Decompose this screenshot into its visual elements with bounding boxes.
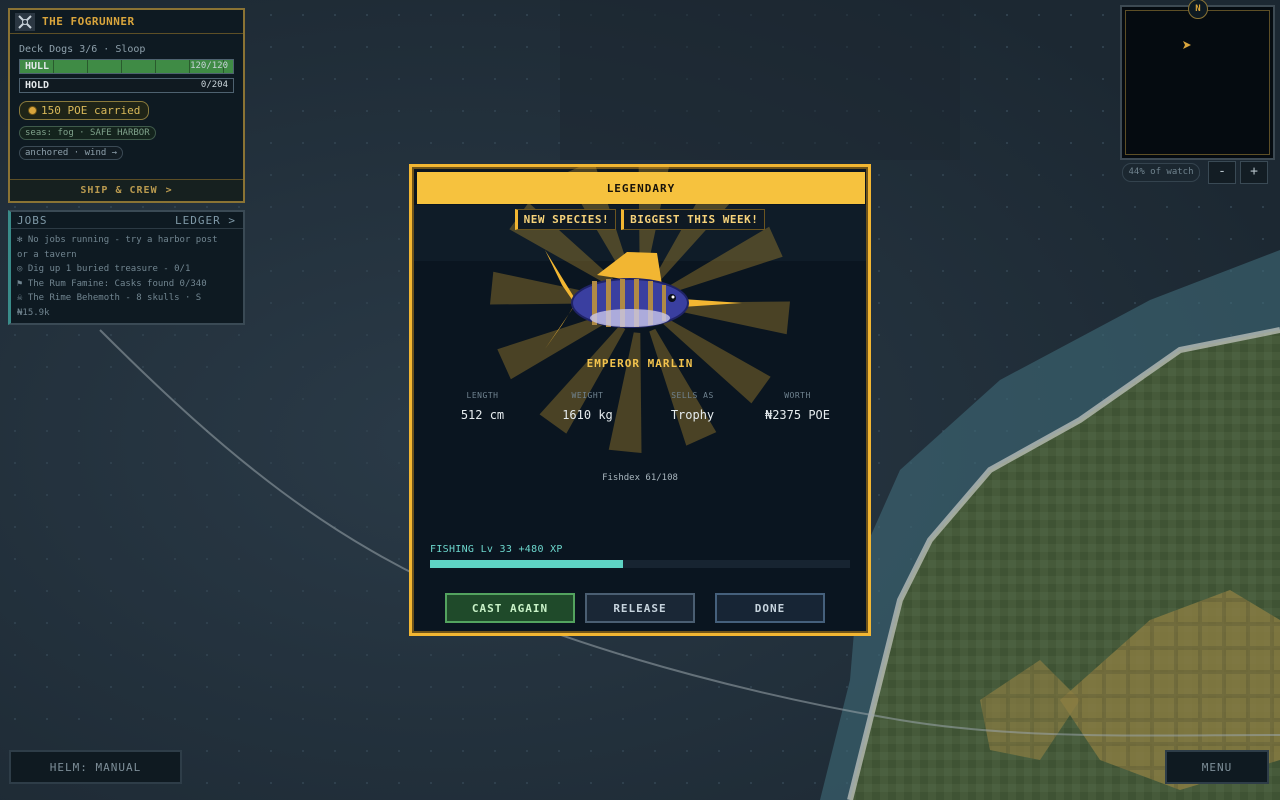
hull-label: HULL — [25, 61, 50, 72]
zoom-label: 44% of watch — [1122, 163, 1200, 182]
hold-bar: HOLD 0/204 — [19, 78, 234, 93]
ledger-link[interactable]: LEDGER > — [175, 214, 236, 227]
ship-marker-icon — [1183, 41, 1191, 49]
stat-value: 512 cm — [460, 408, 505, 422]
hull-value: 120/120 — [190, 61, 228, 71]
stat-value: 1610 kg — [562, 408, 613, 422]
release-button[interactable]: RELEASE — [585, 593, 695, 623]
job-line: ✻ No jobs running - try a harbor post — [17, 235, 218, 245]
species-name: EMPEROR MARLIN — [586, 357, 694, 370]
stat-value: Trophy — [670, 408, 715, 422]
minimap[interactable]: N — [1120, 0, 1275, 160]
stat-length: LENGTH 512 cm — [430, 391, 535, 422]
stat-label: LENGTH — [466, 391, 499, 400]
hold-label: HOLD — [25, 80, 50, 91]
hold-value: 0/204 — [200, 80, 228, 90]
jobs-title: JOBS — [17, 213, 48, 227]
cast-again-button[interactable]: CAST AGAIN — [445, 593, 575, 623]
jobs-list: ✻ No jobs running - try a harbor post or… — [11, 229, 243, 324]
catch-dialog: LEGENDARY NEW SPECIES! BIGGEST THIS WEEK… — [409, 164, 871, 636]
seas-status: seas: fog · SAFE HARBOR — [19, 126, 156, 140]
poe-badge: 150 POE carried — [19, 101, 150, 120]
stat-label: WEIGHT — [571, 391, 604, 400]
ship-header: THE FOGRUNNER — [10, 10, 243, 34]
stat-label: WORTH — [784, 391, 811, 400]
wind-status: anchored · wind → — [19, 146, 124, 160]
chevron-right-icon: > — [228, 213, 236, 227]
biggest-week-badge: BIGGEST THIS WEEK! — [621, 209, 766, 230]
stat-weight: WEIGHT 1610 kg — [535, 391, 640, 422]
zoom-out-button[interactable]: - — [1208, 161, 1236, 184]
xp-fill — [430, 560, 624, 568]
job-line[interactable]: ☠ The Rime Behemoth - 8 skulls · S — [17, 291, 237, 306]
ship-panel: THE FOGRUNNER Deck Dogs 3/6 · Sloop HULL… — [8, 8, 245, 203]
poe-text: 150 POE carried — [41, 104, 141, 117]
ship-name: THE FOGRUNNER — [42, 15, 135, 28]
xp-label: FISHING Lv 33 +480 XP — [430, 544, 563, 555]
job-line: ₦15.9k — [17, 307, 50, 318]
compass-icon: N — [1188, 0, 1208, 19]
stat-worth: WORTH ₦2375 POE — [745, 391, 850, 422]
job-line[interactable]: ◎ Dig up 1 buried treasure - 0/1 — [17, 262, 237, 277]
jobs-panel: JOBS LEDGER > ✻ No jobs running - try a … — [8, 210, 245, 325]
ship-crew-label: SHIP & CREW — [80, 185, 158, 196]
job-line: or a tavern — [17, 249, 77, 260]
stat-label: SELLS AS — [671, 391, 714, 400]
hull-bar: HULL 120/120 — [19, 59, 234, 74]
crossed-oars-icon — [15, 12, 35, 31]
badge-row: NEW SPECIES! BIGGEST THIS WEEK! — [412, 209, 868, 230]
stat-value: ₦2375 POE — [764, 408, 831, 422]
new-species-badge: NEW SPECIES! — [514, 209, 617, 230]
fishdex-count: Fishdex 61/108 — [602, 473, 678, 483]
catch-stats: LENGTH 512 cm WEIGHT 1610 kg SELLS AS Tr… — [430, 391, 850, 422]
helm-button[interactable]: HELM: MANUAL — [9, 750, 182, 784]
chevron-right-icon: > — [165, 185, 173, 196]
ship-crew-button[interactable]: SHIP & CREW > — [10, 179, 243, 201]
ledger-label: LEDGER — [175, 213, 221, 227]
minimap-controls: 44% of watch - + — [1122, 161, 1274, 184]
jobs-header: JOBS LEDGER > — [11, 212, 243, 229]
job-line[interactable]: ⚑ The Rum Famine: Casks found 0/340 — [17, 277, 237, 292]
coin-icon — [28, 106, 37, 115]
rarity-banner: LEGENDARY — [417, 172, 865, 204]
xp-bar — [430, 560, 850, 568]
done-button[interactable]: DONE — [715, 593, 825, 623]
crew-line: Deck Dogs 3/6 · Sloop — [19, 44, 146, 55]
zoom-in-button[interactable]: + — [1240, 161, 1268, 184]
menu-button[interactable]: MENU — [1165, 750, 1269, 784]
stat-sells-as: SELLS AS Trophy — [640, 391, 745, 422]
